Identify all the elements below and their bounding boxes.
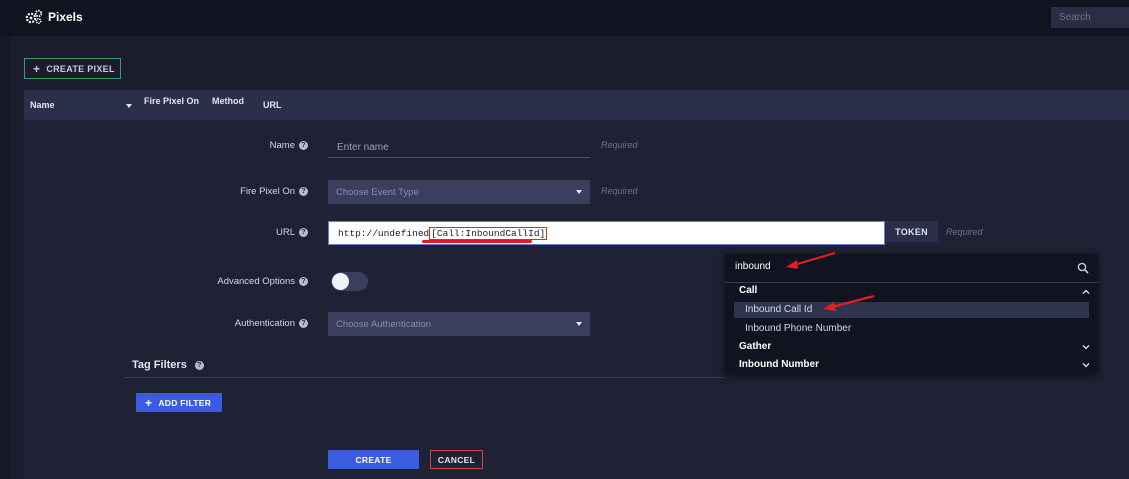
top-bar: Pixels [0,0,1129,36]
fire-pixel-on-label: Fire Pixel On [240,186,295,197]
create-pixel-button[interactable]: + CREATE PIXEL [24,58,121,79]
event-type-select[interactable]: Choose Event Type [328,180,590,204]
toggle-knob [332,273,349,290]
url-required-hint: Required [946,227,983,237]
advanced-options-label-row: Advanced Options? [180,276,308,287]
chevron-down-icon[interactable] [1082,343,1090,351]
url-input[interactable]: http://undefined [Call:InboundCallId] [328,221,885,245]
name-label: Name [269,140,295,151]
name-label-row: Name? [200,140,308,151]
help-icon[interactable]: ? [299,140,308,150]
add-filter-label: ADD FILTER [158,397,212,408]
name-input[interactable] [328,137,590,158]
chevron-down-icon[interactable] [1082,361,1090,369]
authentication-select-value: Choose Authentication [336,318,432,330]
chevron-up-icon[interactable] [1082,288,1090,296]
plus-icon: + [145,395,153,410]
divider [124,377,724,378]
chevron-down-icon [576,190,582,194]
help-icon[interactable]: ? [194,360,204,370]
help-icon[interactable]: ? [299,227,308,237]
search-input[interactable] [1051,7,1129,28]
fire-pixel-on-label-row: Fire Pixel On? [200,186,308,197]
cancel-button[interactable]: CANCEL [430,450,483,469]
create-pixel-label: CREATE PIXEL [46,63,115,74]
add-filter-button[interactable]: + ADD FILTER [136,393,222,412]
create-button[interactable]: CREATE [328,450,419,469]
name-required-hint: Required [601,140,638,150]
url-label-row: URL? [200,227,308,238]
authentication-label-row: Authentication? [180,318,308,329]
gears-icon [25,9,43,25]
advanced-options-toggle[interactable] [331,272,368,291]
column-header-fire-pixel-on[interactable]: Fire Pixel On [144,96,199,106]
authentication-select[interactable]: Choose Authentication [328,312,590,336]
annotation-underline [422,240,532,243]
tag-filters-heading: Tag Filters? [132,359,204,371]
fire-pixel-on-required-hint: Required [601,186,638,196]
column-header-method[interactable]: Method [212,96,244,106]
tag-filters-title: Tag Filters [132,359,187,371]
divider [725,282,1098,283]
event-type-select-value: Choose Event Type [336,186,419,198]
chevron-down-icon [576,322,582,326]
token-item-inbound-phone-number[interactable]: Inbound Phone Number [745,323,851,334]
annotation-arrow-icon [786,251,836,269]
plus-icon: + [33,61,41,76]
token-dropdown: inbound Call Inbound Call Id Inbound Pho… [725,254,1098,374]
column-header-url[interactable]: URL [263,100,282,110]
token-group-gather[interactable]: Gather [739,341,771,352]
annotation-arrow-icon [823,294,875,311]
search-icon[interactable] [1077,262,1089,274]
token-item-inbound-call-id[interactable]: Inbound Call Id [745,304,812,315]
url-label: URL [275,227,295,238]
url-value-prefix: http://undefined [338,227,430,239]
help-icon[interactable]: ? [299,318,308,328]
token-button[interactable]: TOKEN [885,221,938,242]
help-icon[interactable]: ? [299,276,308,286]
token-group-call[interactable]: Call [739,285,757,296]
sort-desc-icon[interactable] [126,104,132,108]
help-icon[interactable]: ? [299,186,308,196]
token-group-inbound-number[interactable]: Inbound Number [739,359,819,370]
token-search-input[interactable]: inbound [735,261,771,272]
page-title: Pixels [48,10,83,24]
authentication-label: Authentication [234,318,295,329]
column-header-name[interactable]: Name [30,100,55,110]
url-value-token: [Call:InboundCallId] [429,226,548,240]
advanced-options-label: Advanced Options [217,276,295,287]
left-rail [0,0,10,479]
